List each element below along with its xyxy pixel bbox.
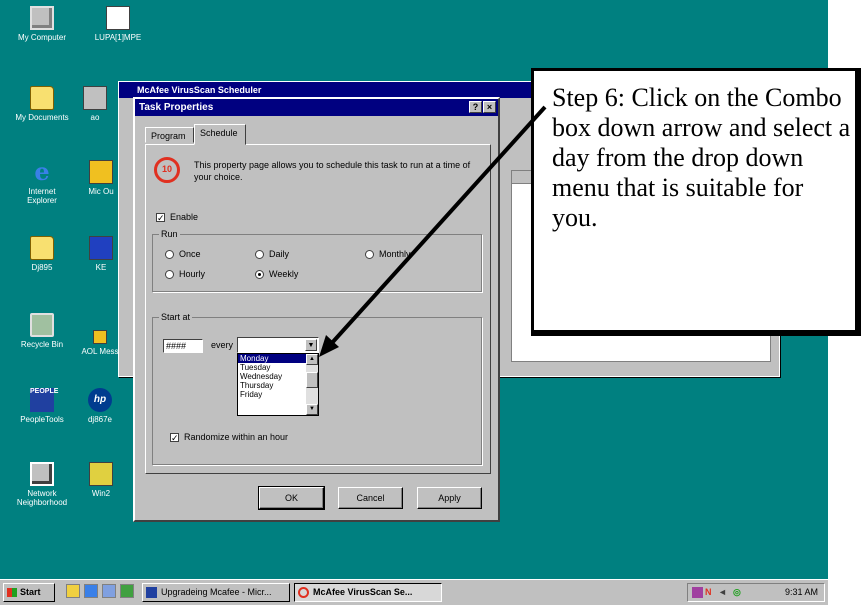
tab-schedule[interactable]: Schedule (194, 124, 246, 145)
callout-arrow (319, 105, 547, 357)
